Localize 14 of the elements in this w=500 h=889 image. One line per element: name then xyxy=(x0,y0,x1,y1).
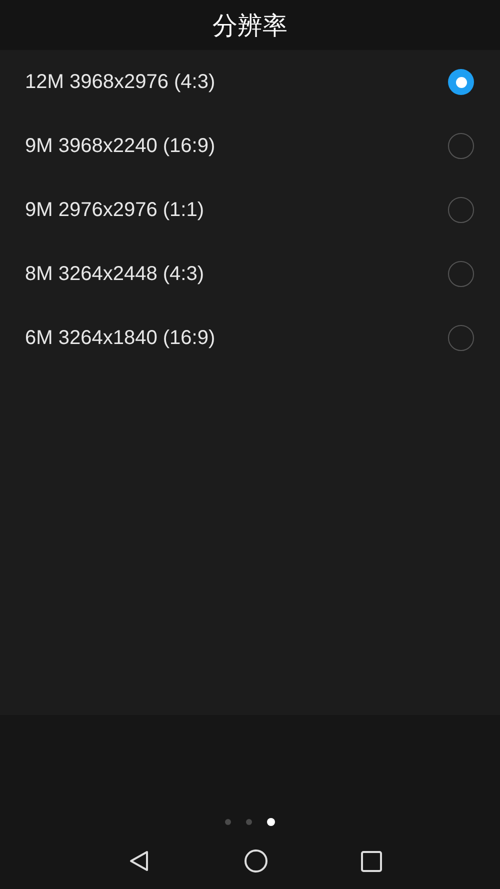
resolution-option[interactable]: 6M 3264x1840 (16:9) xyxy=(0,306,500,370)
home-icon[interactable] xyxy=(244,849,268,873)
recent-apps-icon[interactable] xyxy=(361,850,382,872)
resolution-option[interactable]: 9M 2976x2976 (1:1) xyxy=(0,178,500,242)
back-icon[interactable] xyxy=(128,850,150,872)
radio-button[interactable] xyxy=(448,261,474,287)
resolution-option[interactable]: 8M 3264x2448 (4:3) xyxy=(0,242,500,306)
resolution-option[interactable]: 12M 3968x2976 (4:3) xyxy=(0,50,500,114)
radio-button[interactable] xyxy=(448,69,474,95)
resolution-option[interactable]: 9M 3968x2240 (16:9) xyxy=(0,114,500,178)
radio-button[interactable] xyxy=(448,197,474,223)
radio-button[interactable] xyxy=(448,325,474,351)
screen-title: 分辨率 xyxy=(212,10,288,42)
radio-button[interactable] xyxy=(448,133,474,159)
